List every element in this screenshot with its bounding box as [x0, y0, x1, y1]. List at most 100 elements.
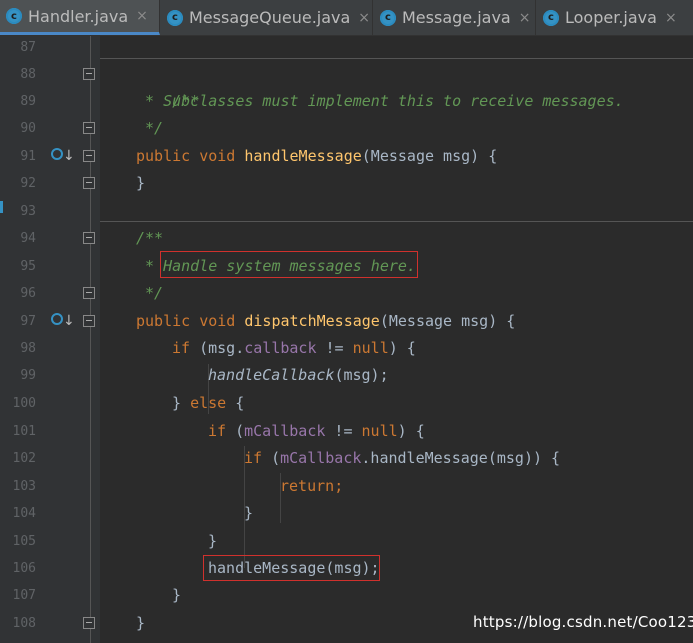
fold-end-icon[interactable] — [83, 287, 95, 299]
line-number: 104 — [12, 506, 36, 521]
tab-message-java[interactable]: c Message.java × — [374, 0, 536, 35]
close-icon[interactable]: × — [519, 10, 531, 26]
close-icon[interactable]: × — [665, 10, 677, 26]
keyword-token: public — [136, 312, 191, 330]
fold-end-icon[interactable] — [83, 122, 95, 134]
line-number: 102 — [12, 451, 36, 466]
code-line-105: } — [208, 528, 217, 555]
code-token: (msg. — [190, 339, 245, 357]
keyword-token: else — [190, 394, 227, 412]
close-icon[interactable]: × — [358, 10, 370, 26]
line-number: 91 — [20, 149, 36, 164]
code-line-101: if (mCallback != null) { — [208, 418, 425, 445]
code-line-102: if (mCallback.handleMessage(msg)) { — [244, 445, 560, 472]
tab-handler-java[interactable]: c Handler.java × — [0, 0, 160, 35]
code-line-108: } — [136, 610, 145, 637]
code-token: != — [316, 339, 353, 357]
code-line-89: * Subclasses must implement this to rece… — [136, 88, 624, 115]
code-line-92: } — [136, 170, 145, 197]
line-number: 103 — [12, 479, 36, 494]
keyword-token: void — [199, 312, 236, 330]
line-number: 108 — [12, 616, 36, 631]
code-token: != — [325, 422, 362, 440]
line-number: 92 — [20, 176, 36, 191]
method-name: dispatchMessage — [244, 312, 380, 330]
code-token: (Message msg) { — [379, 312, 516, 330]
comment-text: Subclasses must implement this to receiv… — [163, 92, 624, 110]
code-line-96: */ — [136, 280, 163, 307]
keyword-token: ; — [334, 477, 344, 495]
code-token: .handleMessage(msg)) { — [361, 449, 561, 467]
code-token: ) { — [388, 339, 416, 357]
code-line-94: /** — [136, 225, 163, 252]
fold-collapse-icon[interactable] — [83, 315, 95, 327]
arrow-down-icon: ↓ — [63, 148, 75, 164]
fold-end-icon[interactable] — [83, 617, 95, 629]
override-circle-icon — [51, 148, 63, 160]
field-token: mCallback — [244, 422, 326, 440]
code-line-88: /** — [136, 61, 199, 110]
comment-token: */ — [136, 119, 164, 137]
line-number: 98 — [20, 341, 36, 356]
line-number: 99 — [20, 368, 36, 383]
code-token: { — [226, 394, 245, 412]
line-number: 97 — [20, 314, 36, 329]
code-token: } — [136, 174, 146, 192]
code-token: ) { — [397, 422, 425, 440]
override-method-icon[interactable]: ↓ — [51, 147, 75, 165]
keyword-token: if — [244, 449, 263, 467]
line-number: 100 — [12, 396, 36, 411]
fold-collapse-icon[interactable] — [83, 232, 95, 244]
watermark-text: https://blog.csdn.net/Coo123_ — [473, 613, 693, 631]
tab-label: Message.java — [402, 8, 511, 27]
code-token: (Message msg) { — [361, 147, 498, 165]
tab-looper-java[interactable]: c Looper.java × — [537, 0, 693, 35]
code-token: } — [208, 532, 218, 550]
code-token: } — [172, 586, 182, 604]
keyword-token: null — [352, 339, 389, 357]
highlight-box — [160, 251, 418, 278]
keyword-token: void — [199, 147, 236, 165]
code-line-98: if (msg.callback != null) { — [172, 335, 416, 362]
code-token: (msg); — [334, 366, 389, 384]
line-number: 87 — [20, 40, 36, 55]
code-token: } — [172, 394, 191, 412]
code-editor[interactable]: /** * Subclasses must implement this to … — [100, 36, 693, 643]
fold-end-icon[interactable] — [83, 177, 95, 189]
fold-collapse-icon[interactable] — [83, 68, 95, 80]
line-number: 89 — [20, 94, 36, 109]
code-token: ( — [262, 449, 281, 467]
line-number: 90 — [20, 121, 36, 136]
method-name: handleMessage — [244, 147, 362, 165]
code-token: } — [136, 614, 146, 632]
line-number: 94 — [20, 231, 36, 246]
method-call: handleCallback — [208, 366, 335, 384]
code-line-99: handleCallback(msg); — [208, 362, 389, 389]
code-line-100: } else { — [172, 390, 244, 417]
line-number: 95 — [20, 259, 36, 274]
tab-messagequeue-java[interactable]: c MessageQueue.java × — [161, 0, 373, 35]
line-number: 101 — [12, 424, 36, 439]
method-separator — [100, 221, 693, 222]
code-line-104: } — [244, 500, 253, 527]
code-line-107: } — [172, 582, 181, 609]
code-token: ( — [226, 422, 245, 440]
keyword-token: if — [208, 422, 227, 440]
code-token: } — [244, 504, 254, 522]
tab-label: MessageQueue.java — [189, 8, 351, 27]
fold-collapse-icon[interactable] — [83, 150, 95, 162]
comment-token: */ — [136, 284, 164, 302]
keyword-token: null — [361, 422, 398, 440]
field-token: callback — [244, 339, 317, 357]
java-class-icon: c — [6, 8, 22, 24]
close-icon[interactable]: × — [136, 8, 148, 24]
comment-token: /** — [136, 229, 164, 247]
override-method-icon[interactable]: ↓ — [51, 312, 75, 330]
tab-label: Handler.java — [28, 6, 129, 26]
line-number: 107 — [12, 588, 36, 603]
tab-label: Looper.java — [565, 8, 657, 27]
line-number: 106 — [12, 561, 36, 576]
line-number: 93 — [20, 204, 36, 219]
arrow-down-icon: ↓ — [63, 313, 75, 329]
line-number: 96 — [20, 286, 36, 301]
